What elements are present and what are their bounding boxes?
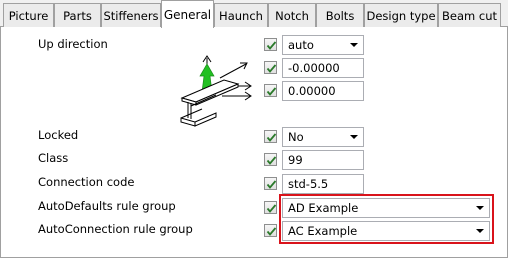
tab-bolts[interactable]: Bolts: [316, 3, 364, 27]
up-direction-label: Up direction: [38, 37, 108, 51]
check-icon: [266, 156, 277, 165]
chevron-down-icon: [350, 135, 358, 139]
up-direction-mode-checkbox[interactable]: [264, 38, 277, 51]
class-input[interactable]: 99: [282, 150, 364, 170]
tab-label: Bolts: [325, 8, 355, 23]
up-direction-y-checkbox[interactable]: [264, 84, 277, 97]
up-direction-x-checkbox[interactable]: [264, 61, 277, 74]
autodefaults-select[interactable]: AD Example: [282, 198, 490, 218]
tab-notch[interactable]: Notch: [268, 3, 316, 27]
chevron-down-icon: [476, 229, 484, 233]
tab-label: Haunch: [219, 8, 263, 23]
class-label: Class: [38, 151, 69, 165]
class-checkbox[interactable]: [264, 153, 277, 166]
tab-stiffeners[interactable]: Stiffeners: [101, 3, 161, 27]
check-icon: [266, 41, 277, 50]
tab-picture[interactable]: Picture: [3, 3, 54, 27]
connection-code-label: Connection code: [38, 175, 135, 189]
autodefaults-value: AD Example: [288, 201, 359, 215]
autodefaults-label: AutoDefaults rule group: [38, 199, 176, 213]
up-direction-y-value: 0.00000: [288, 84, 336, 98]
up-direction-y-input[interactable]: 0.00000: [282, 81, 364, 101]
chevron-down-icon: [476, 206, 484, 210]
locked-label: Locked: [38, 128, 79, 142]
autoconnection-checkbox[interactable]: [264, 224, 277, 237]
locked-checkbox[interactable]: [264, 130, 277, 143]
beam-axes-icon: [180, 55, 252, 127]
autodefaults-checkbox[interactable]: [264, 201, 277, 214]
autoconnection-select[interactable]: AC Example: [282, 221, 490, 241]
connection-code-input[interactable]: std-5.5: [282, 174, 364, 194]
tab-general[interactable]: General: [161, 0, 214, 28]
tab-parts[interactable]: Parts: [54, 3, 101, 27]
up-direction-mode-value: auto: [288, 38, 314, 52]
tab-haunch[interactable]: Haunch: [214, 3, 268, 27]
up-direction-x-input[interactable]: -0.00000: [282, 58, 364, 78]
locked-select[interactable]: No: [282, 127, 364, 147]
tab-label: Parts: [63, 8, 92, 23]
tab-label: Picture: [8, 8, 49, 23]
check-icon: [266, 204, 277, 213]
connection-code-value: std-5.5: [288, 177, 329, 191]
up-direction-x-value: -0.00000: [288, 61, 340, 75]
connection-code-checkbox[interactable]: [264, 177, 277, 190]
tab-bar: Picture Parts Stiffeners General Haunch …: [0, 0, 508, 28]
check-icon: [266, 87, 277, 96]
tab-design-type[interactable]: Design type: [364, 3, 438, 27]
autoconnection-value: AC Example: [288, 224, 358, 238]
tab-label: Beam cut: [442, 8, 497, 23]
tab-label: Stiffeners: [103, 8, 159, 23]
autoconnection-label: AutoConnection rule group: [38, 222, 193, 236]
locked-value: No: [288, 130, 304, 144]
tab-label: Notch: [275, 8, 309, 23]
tab-beam-cut[interactable]: Beam cut: [438, 3, 501, 27]
check-icon: [266, 133, 277, 142]
check-icon: [266, 64, 277, 73]
check-icon: [266, 180, 277, 189]
tab-label: Design type: [366, 8, 436, 23]
chevron-down-icon: [350, 43, 358, 47]
up-direction-mode-select[interactable]: auto: [282, 35, 364, 55]
check-icon: [266, 227, 277, 236]
class-value: 99: [288, 153, 303, 167]
tab-label: General: [163, 7, 212, 22]
